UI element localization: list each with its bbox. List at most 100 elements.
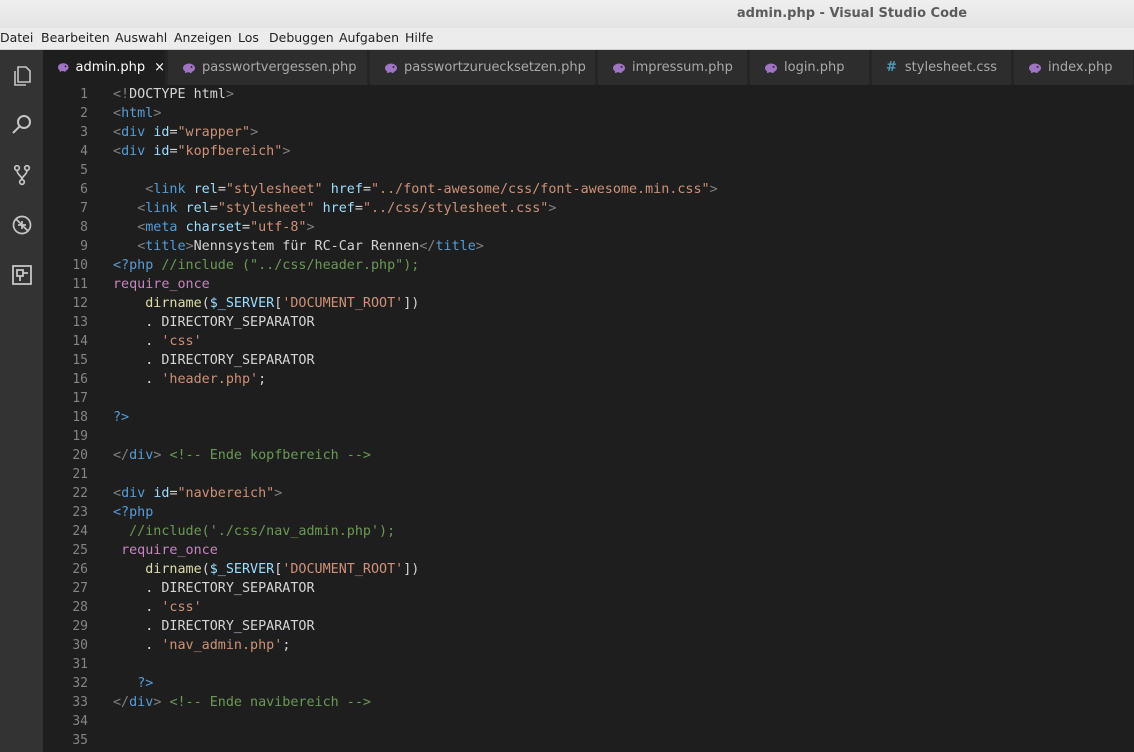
code-line[interactable]: <div id="wrapper"> (113, 123, 258, 142)
line-number: 2 (80, 106, 88, 121)
code-token: div (121, 125, 146, 140)
code-line[interactable]: <?php (113, 503, 153, 522)
menu-bearbeiten[interactable]: Bearbeiten (41, 30, 110, 45)
tab-admin-php[interactable]: admin.php × (43, 50, 166, 85)
code-editor[interactable]: 1 2 3 4 5 6 7 8 9 10 11 12 13 14 15 16 17 18 19 20 21 22 23 24 2… (43, 85, 1134, 752)
code-line[interactable]: <!DOCTYPE html> (113, 85, 234, 104)
code-line[interactable]: ?> (113, 674, 153, 693)
close-icon[interactable]: × (154, 60, 165, 75)
code-line[interactable]: <meta charset="utf-8"> (113, 218, 315, 237)
code-line[interactable]: require_once (113, 541, 218, 560)
code-token: . (113, 334, 162, 349)
tab-label: stylesheet.css (904, 60, 998, 75)
code-token: > (185, 239, 194, 254)
code-token: Nennsystem für RC-Car Rennen (193, 239, 420, 254)
code-token: = (354, 201, 363, 216)
code-token: = (209, 201, 218, 216)
code-token: > (282, 144, 291, 159)
code-line[interactable]: require_once (113, 275, 210, 294)
line-number: 3 (80, 125, 88, 140)
window-titlebar: admin.php - Visual Studio Code (0, 0, 1134, 28)
code-token: require_once (121, 543, 218, 558)
menu-aufgaben[interactable]: Aufgaben (339, 30, 399, 45)
line-number: 33 (72, 695, 88, 710)
code-line[interactable]: ?> (113, 408, 129, 427)
code-line[interactable]: . 'css' (113, 598, 202, 617)
code-token: </ (113, 695, 130, 710)
menu-debuggen[interactable]: Debuggen (269, 30, 334, 45)
code-line[interactable]: . DIRECTORY_SEPARATOR (113, 313, 314, 332)
tab-stylesheet-css[interactable]: # stylesheet.css (872, 50, 1012, 85)
tab-bar: admin.php × passwortvergessen.php passwo… (43, 50, 1134, 85)
code-line[interactable]: dirname($_SERVER['DOCUMENT_ROOT']) (113, 294, 419, 313)
code-line[interactable]: //include('./css/nav_admin.php'); (113, 522, 395, 541)
menu-anzeigen[interactable]: Anzeigen (174, 30, 232, 45)
line-number: 32 (72, 676, 88, 691)
tab-passwortzuruecksetzen-php[interactable]: passwortzuruecksetzen.php (370, 50, 596, 85)
code-line[interactable]: dirname($_SERVER['DOCUMENT_ROOT']) (113, 560, 419, 579)
code-token: ]) (403, 296, 420, 311)
line-number: 11 (72, 277, 88, 292)
tab-passwortvergessen-php[interactable]: passwortvergessen.php (168, 50, 368, 85)
code-line[interactable]: . 'nav_admin.php'; (113, 636, 290, 655)
code-line[interactable]: . DIRECTORY_SEPARATOR (113, 617, 314, 636)
line-number: 27 (72, 581, 88, 596)
code-line[interactable]: <title>Nennsystem für RC-Car Rennen</tit… (113, 237, 484, 256)
code-line[interactable]: </div> <!-- Ende navibereich --> (113, 693, 371, 712)
code-line[interactable]: <div id="kopfbereich"> (113, 142, 290, 161)
code-token: . (113, 638, 162, 653)
code-token: 'DOCUMENT_ROOT' (282, 296, 404, 311)
code-line[interactable]: . DIRECTORY_SEPARATOR (113, 579, 314, 598)
line-number: 18 (72, 410, 88, 425)
code-token: dirname (145, 562, 202, 577)
menu-hilfe[interactable]: Hilfe (405, 30, 433, 45)
code-token: id (153, 125, 170, 140)
tab-label: admin.php (75, 60, 146, 75)
code-line[interactable]: <div id="navbereich"> (113, 484, 282, 503)
code-token: title (145, 239, 186, 254)
tab-index-php[interactable]: index.php (1014, 50, 1134, 85)
code-line[interactable]: <link rel="stylesheet" href="../font-awe… (113, 180, 717, 199)
code-token: ( (201, 562, 210, 577)
search-icon[interactable] (0, 107, 43, 143)
code-token: < (113, 125, 122, 140)
code-line[interactable]: <html> (113, 104, 161, 123)
code-token: div (129, 695, 154, 710)
extensions-icon[interactable] (0, 257, 43, 293)
code-line[interactable]: <?php //include ("../css/header.php"); (113, 256, 419, 275)
code-token: </ (113, 448, 130, 463)
menu-auswahl[interactable]: Auswahl (115, 30, 167, 45)
code-token: ( (201, 296, 210, 311)
tab-impressum-php[interactable]: impressum.php (598, 50, 748, 85)
code-token: > (274, 486, 283, 501)
tab-login-php[interactable]: login.php (750, 50, 870, 85)
code-token: 'nav_admin.php' (161, 638, 283, 653)
code-token: 'css' (161, 600, 202, 615)
menu-los[interactable]: Los (238, 30, 259, 45)
tab-label: impressum.php (632, 60, 733, 75)
code-line[interactable]: . DIRECTORY_SEPARATOR (113, 351, 314, 370)
code-token: 'DOCUMENT_ROOT' (282, 562, 404, 577)
code-line[interactable]: . 'header.php'; (113, 370, 266, 389)
code-token: > (306, 220, 315, 235)
code-line[interactable]: . 'css' (113, 332, 201, 351)
menu-datei[interactable]: Datei (0, 30, 33, 45)
line-number: 7 (80, 201, 88, 216)
code-token: require_once (113, 277, 210, 292)
source-control-icon[interactable] (0, 157, 43, 193)
explorer-icon[interactable] (0, 58, 43, 94)
debug-icon[interactable] (0, 207, 43, 243)
tab-label: login.php (784, 60, 845, 75)
code-token: "../font-awesome/css/font-awesome.min.cs… (371, 182, 710, 197)
code-line[interactable]: </div> <!-- Ende kopfbereich --> (113, 446, 371, 465)
code-line[interactable]: <link rel="stylesheet" href="../css/styl… (113, 199, 556, 218)
code-token: <!-- Ende navibereich --> (169, 695, 371, 710)
code-token: < (113, 144, 122, 159)
code-token: //include ("../css/header.php"); (161, 258, 420, 273)
code-token: = (169, 486, 178, 501)
